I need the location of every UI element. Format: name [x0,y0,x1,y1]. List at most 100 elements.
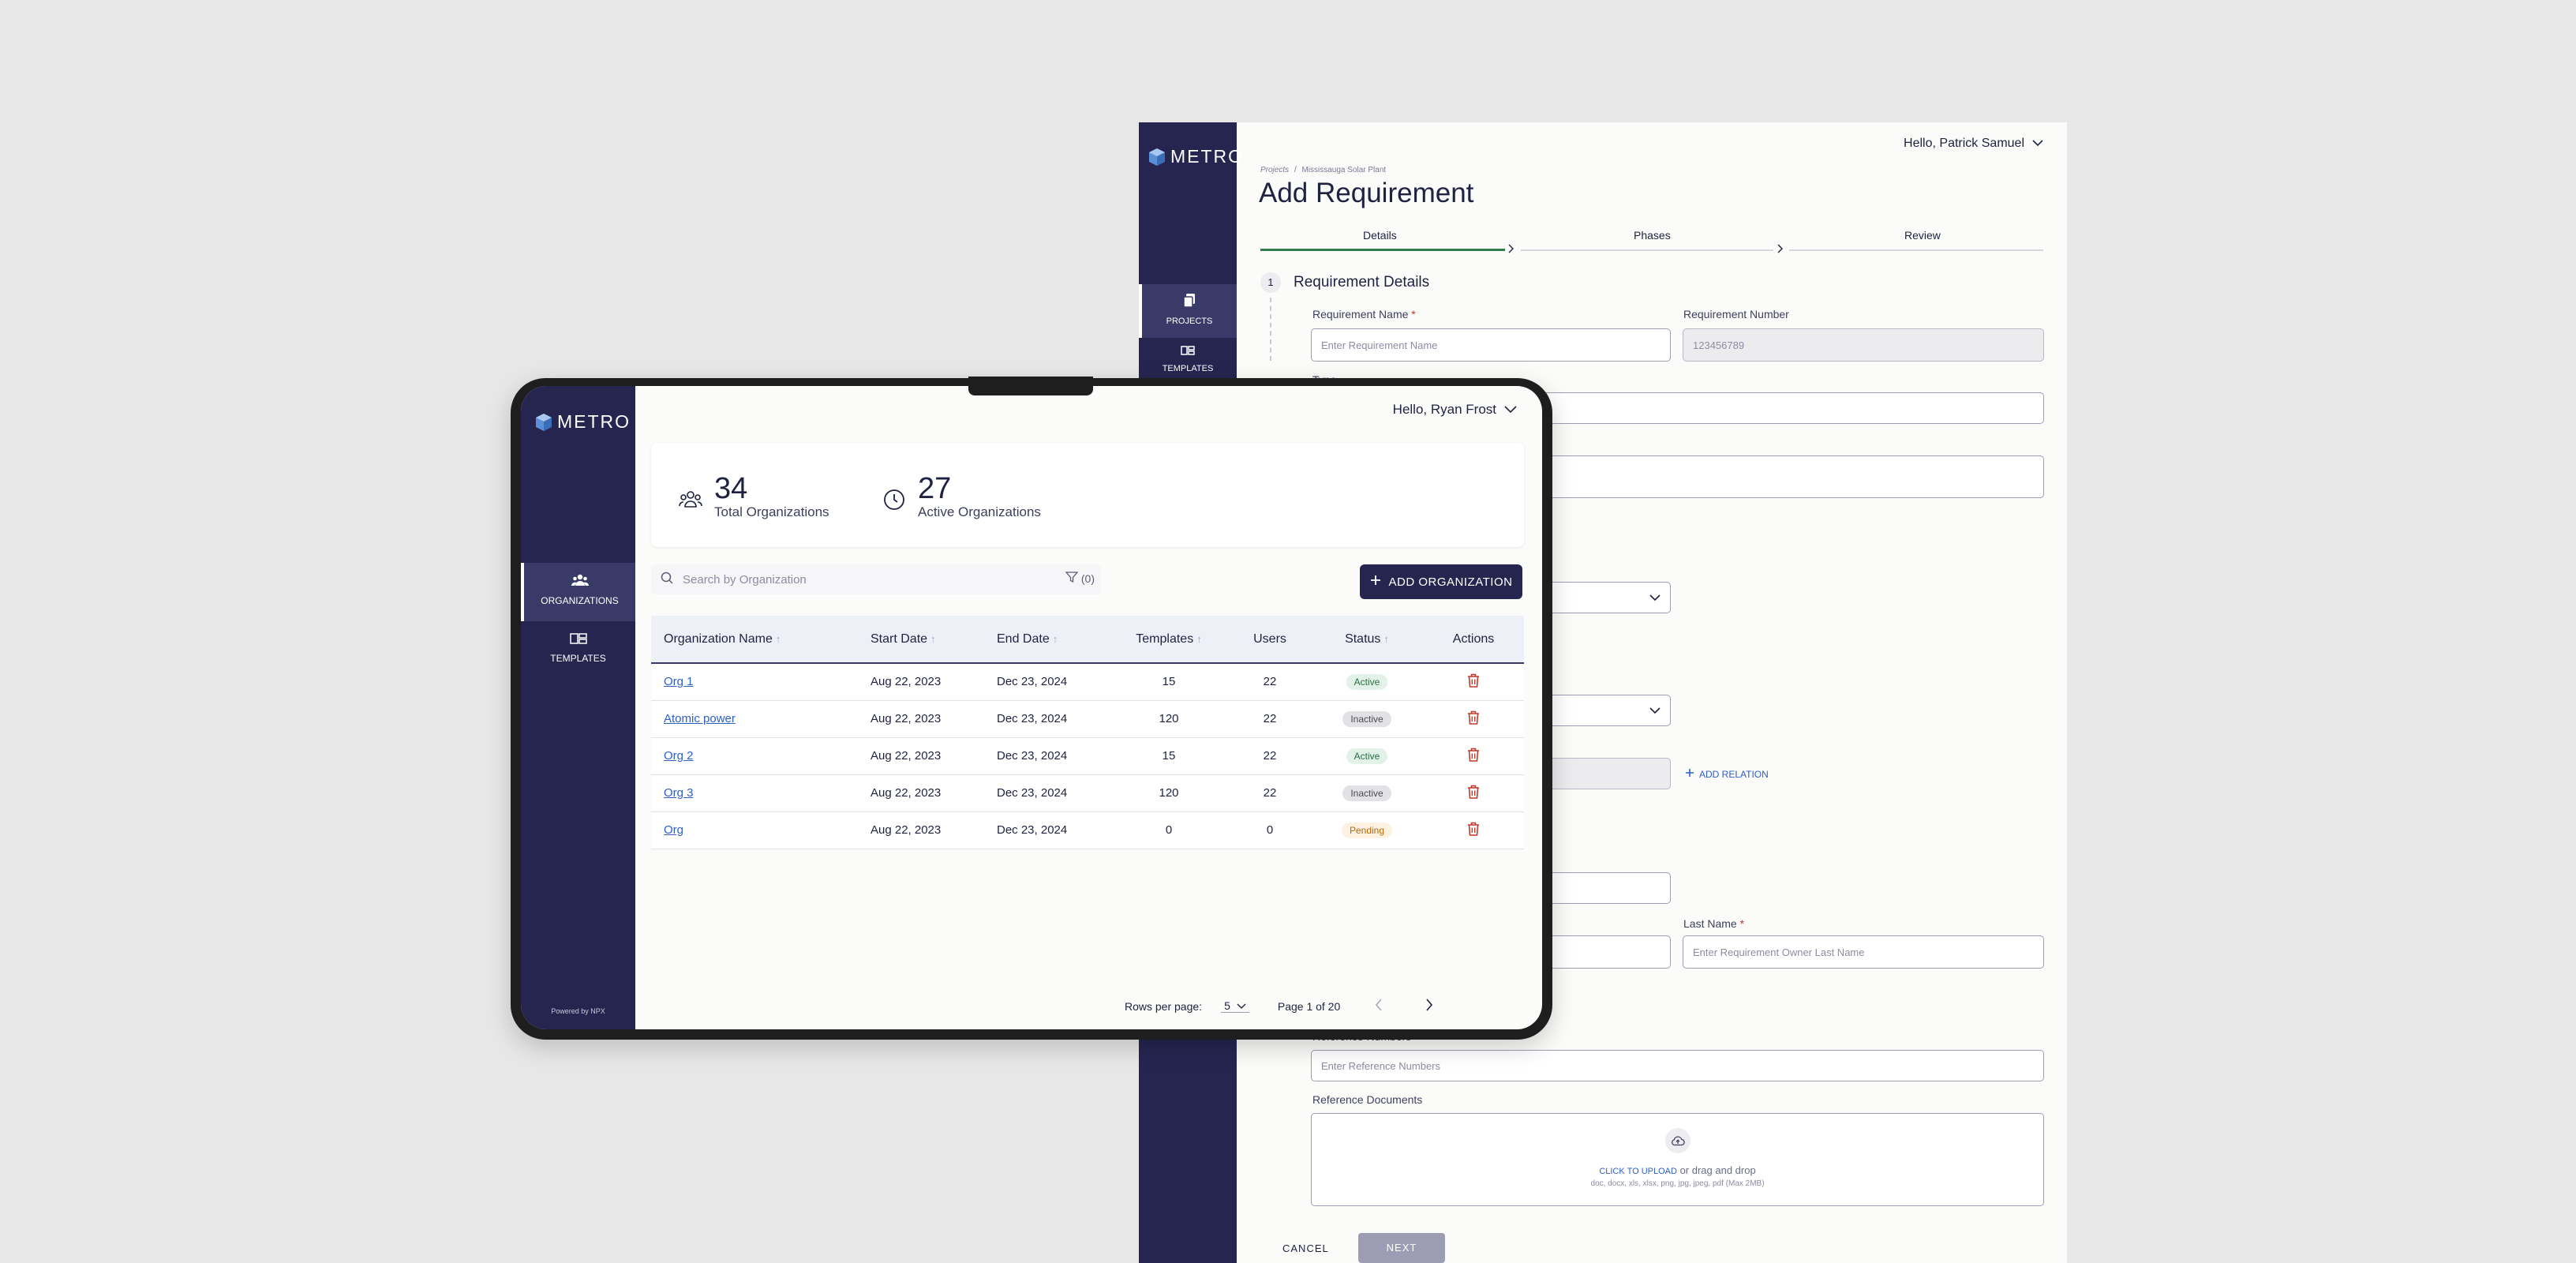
prev-page-icon[interactable] [1375,999,1383,1014]
org-name-link[interactable]: Atomic power [664,712,736,725]
sidebar-item-templates[interactable]: TEMPLATES [521,627,635,674]
status-cell: Active [1311,737,1423,775]
templates-cell: 0 [1109,811,1229,849]
metro-logo[interactable]: METRO [1148,146,1244,167]
cancel-button[interactable]: CANCEL [1282,1242,1329,1254]
req-number-input: 123456789 [1683,328,2044,362]
search-icon [661,572,673,587]
upload-text: CLICK TO UPLOAD or drag and drop [1599,1164,1756,1176]
rows-per-page-select[interactable]: 5 [1221,999,1249,1013]
org-name-link[interactable]: Org 1 [664,675,694,688]
start-date-cell: Aug 22, 2023 [858,663,984,701]
brand-name: METRO [557,411,631,432]
section-title: Requirement Details [1294,274,1430,290]
chevron-right-icon [1777,243,1784,257]
col-actions: Actions [1452,632,1495,646]
templates-cell: 15 [1109,737,1229,775]
start-date-cell: Aug 22, 2023 [858,737,984,775]
sort-arrow-icon: ↑ [1052,632,1058,645]
org-name-cell: Org 1 [651,663,858,701]
sort-arrow-icon: ↑ [775,632,781,645]
powered-by: Powered by NPX [551,1007,605,1015]
delete-icon[interactable] [1466,747,1481,763]
add-organization-button[interactable]: ADD ORGANIZATION [1360,564,1522,599]
status-cell: Inactive [1311,700,1423,738]
search-input[interactable]: Search by Organization [683,573,807,587]
req-name-input[interactable]: Enter Requirement Name [1311,328,1671,362]
stepper: Details Phases Review [1260,229,2043,253]
chevron-down-icon [1237,999,1246,1012]
sidebar-item-projects[interactable]: PROJECTS [1139,284,1237,338]
templates-cell: 120 [1109,700,1229,738]
add-relation-button[interactable]: ADD RELATION [1685,768,1769,780]
start-date-cell: Aug 22, 2023 [858,700,984,738]
users-cell: 22 [1229,700,1311,738]
step-progress-active [1260,249,1505,251]
chevron-down-icon [1649,592,1661,604]
start-date-cell: Aug 22, 2023 [858,811,984,849]
users-cell: 22 [1229,737,1311,775]
sidebar-item-organizations[interactable]: ORGANIZATIONS [521,563,635,621]
delete-icon[interactable] [1466,784,1481,800]
org-name-cell: Atomic power [651,700,858,738]
sort-arrow-icon: ↑ [1383,632,1389,645]
status-cell: Pending [1311,811,1423,849]
plus-icon [1370,575,1381,589]
filter-button[interactable]: (0) [1065,571,1095,586]
breadcrumb-separator: / [1294,166,1297,174]
cube-logo-icon [535,413,552,432]
start-date-cell: Aug 22, 2023 [858,774,984,812]
sort-arrow-icon: ↑ [1196,632,1202,645]
next-page-icon[interactable] [1425,999,1433,1014]
user-menu[interactable]: Hello, Ryan Frost [1393,402,1517,418]
upload-hint: doc, docx, xls, xlsx, png, jpg, jpeg, pd… [1590,1179,1765,1188]
delete-icon[interactable] [1466,673,1481,688]
status-badge: Pending [1341,822,1393,838]
templates-icon [1139,345,1237,359]
status-badge: Inactive [1342,710,1391,727]
status-cell: Active [1311,663,1423,701]
step-review[interactable]: Review [1904,229,1941,242]
user-menu[interactable]: Hello, Patrick Samuel [1904,137,2043,151]
col-organization-name[interactable]: Organization Name ↑ [651,616,858,663]
last-name-label: Last Name * [1683,917,1745,930]
col-start-date[interactable]: Start Date ↑ [858,616,984,663]
chevron-down-icon [2032,137,2043,151]
org-name-cell: Org 3 [651,774,858,812]
click-to-upload-link[interactable]: CLICK TO UPLOAD [1599,1167,1677,1176]
clock-icon [882,487,907,512]
end-date-cell: Dec 23, 2024 [984,663,1109,701]
col-status[interactable]: Status ↑ [1311,616,1423,663]
plus-icon [1685,768,1694,780]
ref-numbers-input[interactable]: Enter Reference Numbers [1311,1050,2044,1081]
table-row: Org 3 Aug 22, 2023 Dec 23, 2024 120 22 Inacti… [651,774,1524,812]
stat-total-organizations: 34 Total Organizations [678,473,829,520]
filter-count: (0) [1080,572,1095,585]
search-bar[interactable]: Search by Organization (0) [651,564,1101,594]
upload-dropzone[interactable]: CLICK TO UPLOAD or drag and drop doc, do… [1311,1113,2044,1206]
users-cell: 0 [1229,811,1311,849]
org-name-link[interactable]: Org [664,823,683,837]
col-users: Users [1253,632,1286,646]
breadcrumb: Projects / Mississauga Solar Plant [1260,166,1386,174]
chevron-right-icon [1508,243,1515,257]
delete-icon[interactable] [1466,710,1481,725]
owner-last-name-input[interactable]: Enter Requirement Owner Last Name [1683,935,2044,969]
templates-cell: 15 [1109,663,1229,701]
next-button[interactable]: NEXT [1358,1233,1445,1263]
ref-documents-label: Reference Documents [1312,1093,1423,1106]
col-end-date[interactable]: End Date ↑ [984,616,1109,663]
actions-cell [1423,774,1524,812]
sort-arrow-icon: ↑ [930,632,936,645]
sidebar-item-label: PROJECTS [1166,317,1213,326]
step-details[interactable]: Details [1363,229,1397,242]
metro-logo[interactable]: METRO [535,411,631,433]
col-templates[interactable]: Templates ↑ [1109,616,1229,663]
step-divider [1789,249,2043,251]
org-name-link[interactable]: Org 2 [664,749,694,763]
breadcrumb-root[interactable]: Projects [1260,166,1289,174]
pagination: Rows per page: 5 Page 1 of 20 [1125,999,1433,1014]
delete-icon[interactable] [1466,821,1481,837]
org-name-link[interactable]: Org 3 [664,786,694,800]
step-phases[interactable]: Phases [1634,229,1671,242]
